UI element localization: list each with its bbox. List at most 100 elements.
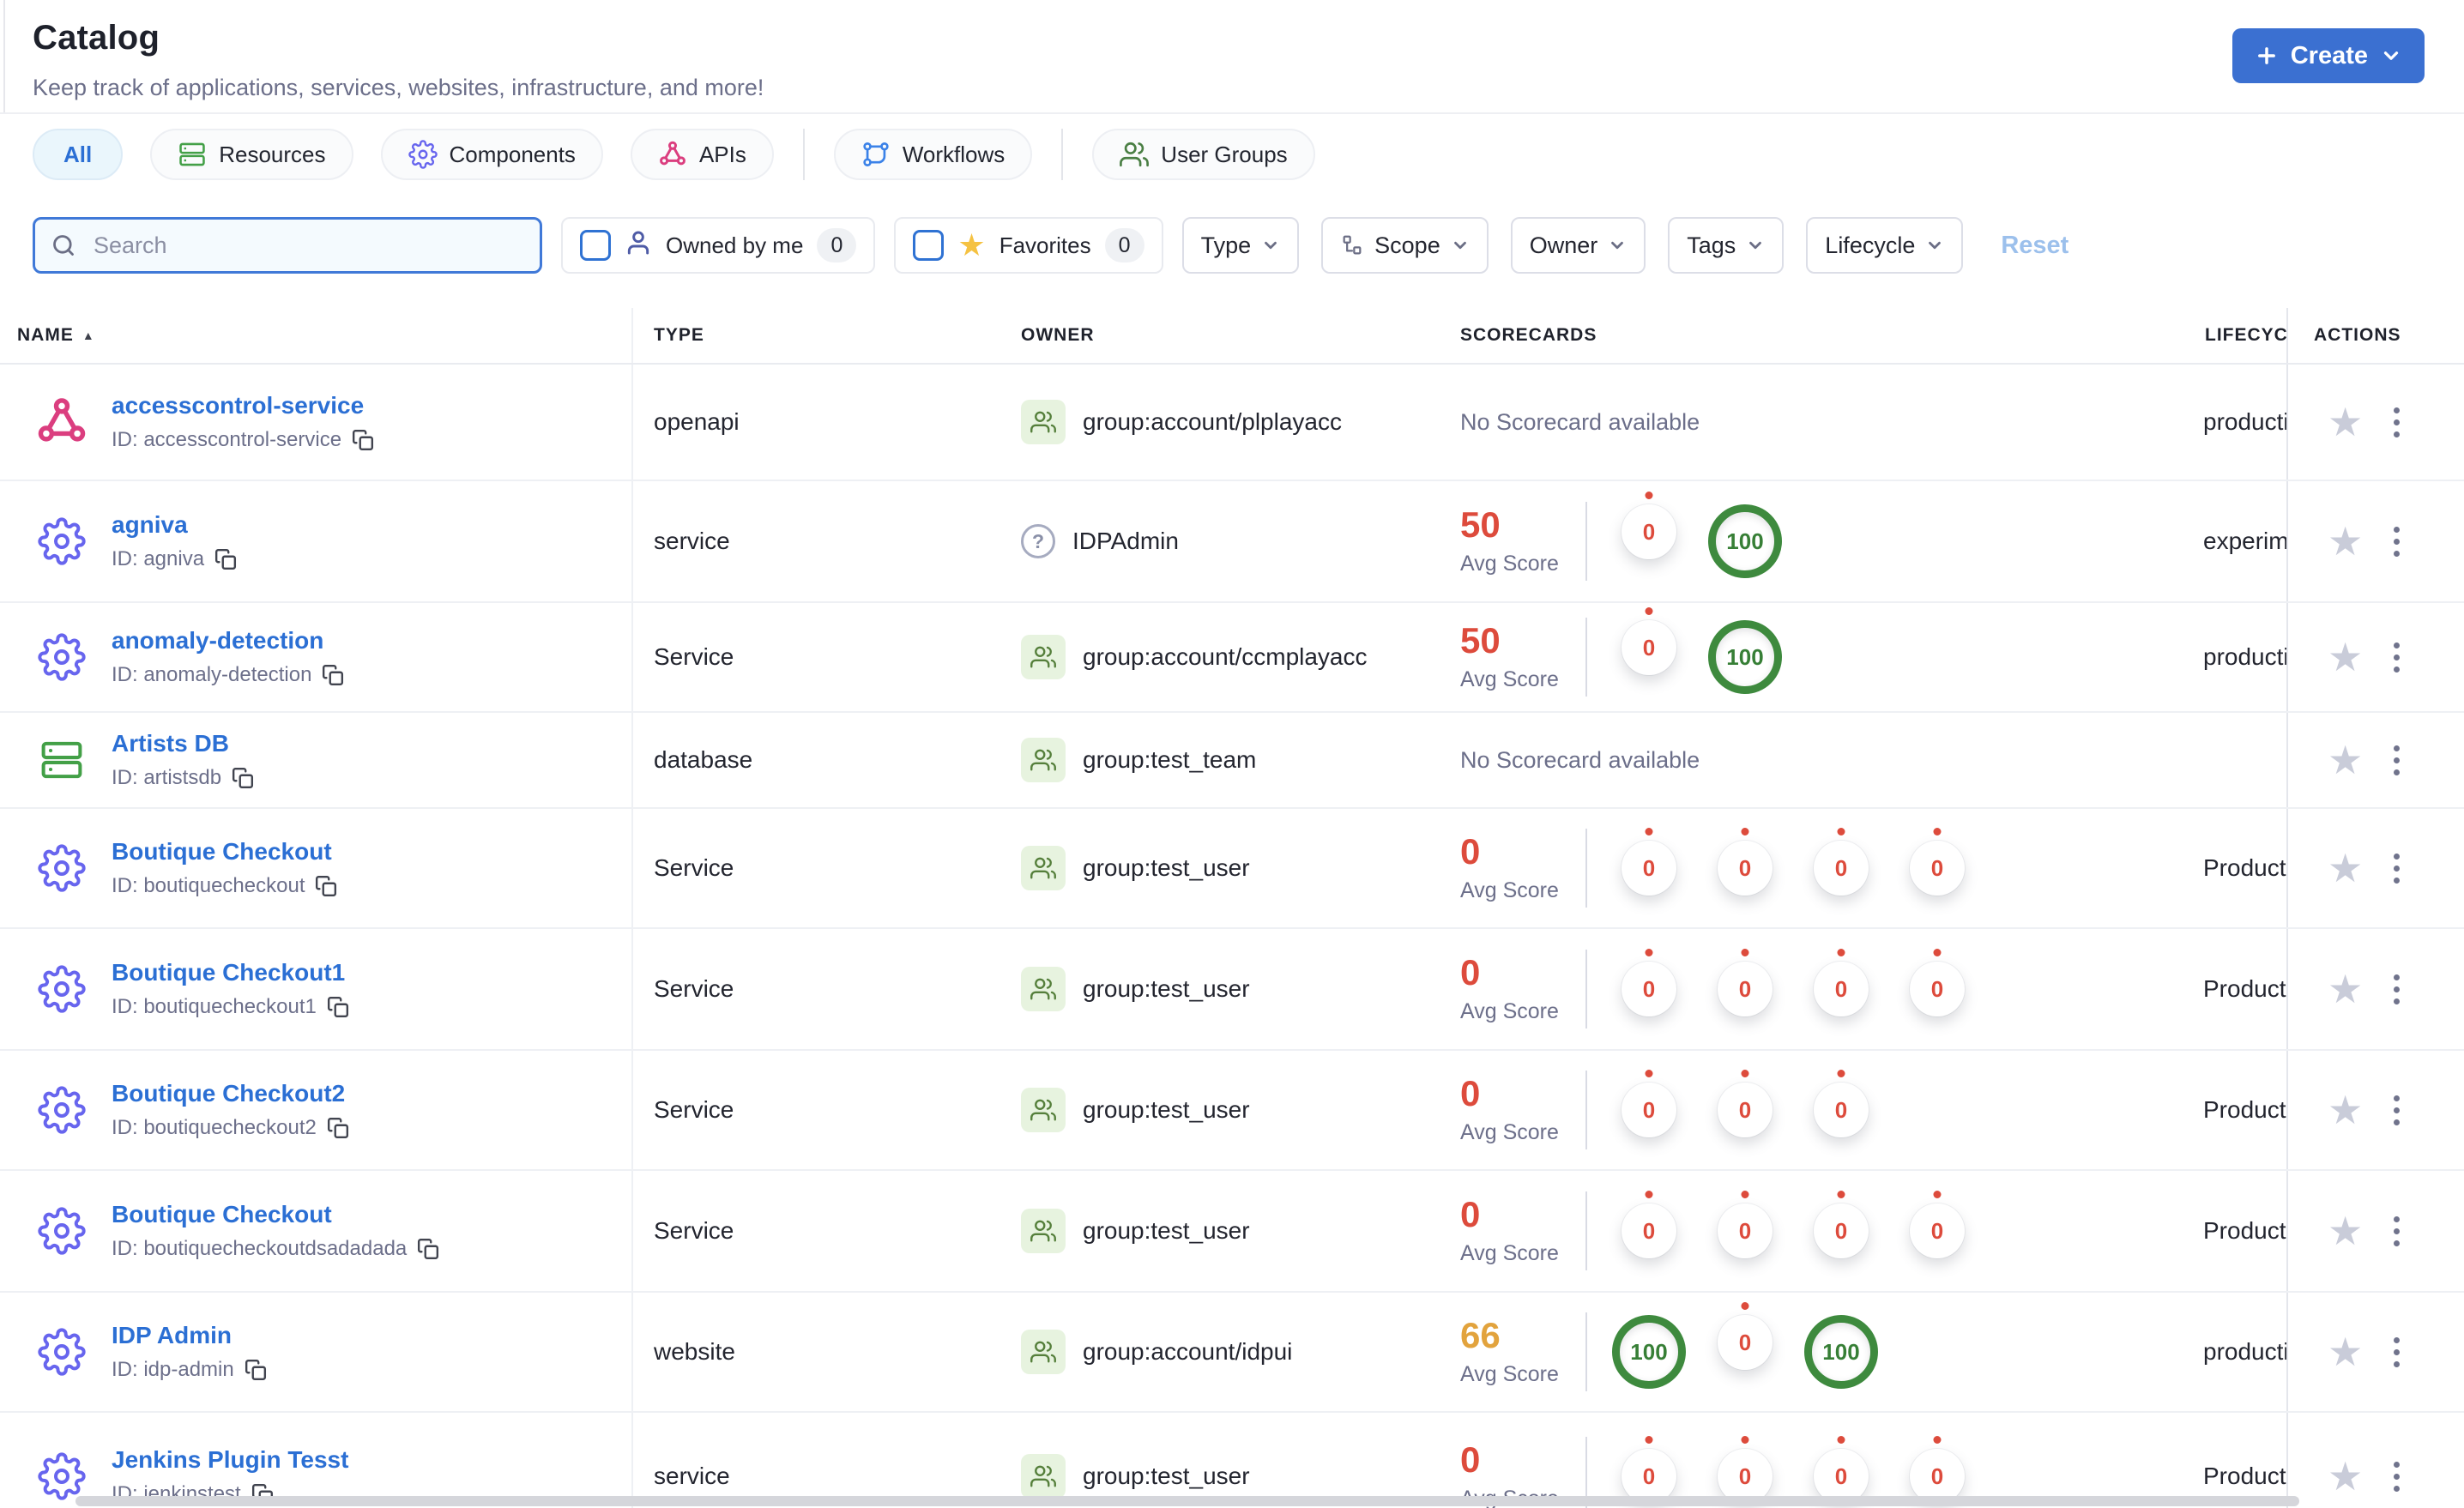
table-header: NAME ▲ TYPE OWNER SCORECARDS LIFECYCLE ACTIONS [0,308,2464,365]
column-header-name[interactable]: NAME ▲ [0,308,633,363]
column-header-type: TYPE [633,308,998,363]
column-label: TYPE [654,325,704,345]
table-row: Boutique Checkout ID: boutiquecheckoutdsa… [0,1171,2464,1293]
entity-name-link[interactable]: Boutique Checkout [112,1201,439,1228]
table-body: accesscontrol-service ID: accesscontrol-s… [0,365,2464,1508]
copy-icon[interactable] [327,1117,349,1139]
actions-cell: ★ [2286,603,2464,711]
kebab-menu-icon[interactable] [2389,637,2405,678]
entity-name-link[interactable]: anomaly-detection [112,627,344,654]
tab-workflows[interactable]: Workflows [833,129,1033,180]
scorecard-rings: 0 100 [1601,620,1793,694]
chevron-down-icon [1261,236,1280,255]
filter-toggle-owned-by-me[interactable]: Owned by me 0 [561,217,876,274]
favorite-star-icon[interactable]: ★ [2328,1211,2363,1251]
api-icon [34,395,89,449]
tab-all[interactable]: All [33,129,124,180]
copy-icon[interactable] [322,664,344,686]
dropdown-label: Lifecycle [1825,232,1916,258]
create-button-label: Create [2290,41,2368,69]
search-input[interactable] [33,217,542,274]
gear-icon [34,965,89,1013]
scorecard-rings: 0 100 [1601,504,1793,578]
favorite-star-icon[interactable]: ★ [2328,740,2363,780]
filter-dropdown-owner[interactable]: Owner [1510,217,1646,274]
kebab-menu-icon[interactable] [2389,740,2405,781]
owner-label: group:test_user [1083,854,1250,881]
favorite-star-icon[interactable]: ★ [2328,1457,2363,1496]
copy-icon[interactable] [327,996,349,1018]
reset-filters-link[interactable]: Reset [2001,232,2068,260]
sort-asc-icon: ▲ [82,329,95,342]
favorite-star-icon[interactable]: ★ [2328,969,2363,1009]
copy-icon[interactable] [232,767,254,789]
tab-apis[interactable]: APIs [630,129,774,180]
avg-score: 66 Avg Score [1460,1317,1585,1387]
kebab-menu-icon[interactable] [2389,969,2405,1010]
chevron-down-icon [1925,236,1944,255]
filter-dropdown-type[interactable]: Type [1181,217,1300,274]
kebab-menu-icon[interactable] [2389,402,2405,443]
entity-name-link[interactable]: Artists DB [112,730,254,757]
scorecard-cell: No Scorecard available [1440,365,2203,480]
kebab-menu-icon[interactable] [2389,522,2405,562]
entity-name-link[interactable]: accesscontrol-service [112,392,374,419]
tab-components[interactable]: Components [380,129,603,180]
favorite-star-icon[interactable]: ★ [2328,1332,2363,1372]
entity-name-link[interactable]: Boutique Checkout2 [112,1080,349,1107]
column-label: OWNER [1021,325,1095,345]
favorite-star-icon[interactable]: ★ [2328,402,2363,442]
copy-icon[interactable] [315,875,337,897]
filter-dropdown-scope[interactable]: Scope [1321,217,1489,274]
copy-icon[interactable] [214,548,237,570]
create-button[interactable]: Create [2231,28,2425,83]
entity-id: ID: boutiquecheckout1 [112,995,349,1019]
owner-cell: group:test_user [998,1171,1440,1291]
score-ring: 0 [1793,962,1889,1016]
kebab-menu-icon[interactable] [2389,1090,2405,1131]
kebab-menu-icon[interactable] [2389,848,2405,889]
count-badge: 0 [1104,228,1144,262]
score-ring: 0 [1601,1083,1697,1137]
filter-toggle-favorites[interactable]: ★ Favorites 0 [894,217,1163,274]
tab-user-groups[interactable]: User Groups [1092,129,1315,180]
copy-icon[interactable] [417,1238,439,1260]
dropdown-label: Owner [1529,232,1598,258]
entity-id: ID: idp-admin [112,1358,267,1382]
type-cell: Service [654,1096,734,1123]
table-row: anomaly-detection ID: anomaly-detection Se… [0,603,2464,713]
scorecard-rings: 100 0 100 [1601,1315,1889,1389]
page-title: Catalog [33,19,160,57]
avg-score: 50 Avg Score [1460,506,1585,576]
group-icon [1021,967,1066,1011]
checkbox[interactable] [580,230,611,261]
catalog-table: NAME ▲ TYPE OWNER SCORECARDS LIFECYCLE ACTIONS… [0,308,2464,1508]
avg-score-value: 0 [1460,830,1481,872]
entity-name-link[interactable]: agniva [112,511,237,539]
entity-name-link[interactable]: Boutique Checkout [112,838,337,866]
favorite-star-icon[interactable]: ★ [2328,637,2363,677]
filter-dropdown-lifecycle[interactable]: Lifecycle [1806,217,1964,274]
favorite-star-icon[interactable]: ★ [2328,1090,2363,1130]
filter-dropdown-tags[interactable]: Tags [1668,217,1785,274]
score-divider [1585,502,1587,581]
dropdown-label: Tags [1687,232,1736,258]
favorite-star-icon[interactable]: ★ [2328,522,2363,561]
owner-label: group:test_team [1083,746,1257,773]
name-cell: Boutique Checkout ID: boutiquecheckout [0,809,633,927]
score-ring: 0 [1697,841,1793,896]
horizontal-scrollbar[interactable] [75,1496,2299,1506]
copy-icon[interactable] [245,1359,267,1381]
entity-name-link[interactable]: Jenkins Plugin Tesst [112,1446,348,1474]
favorite-star-icon[interactable]: ★ [2328,848,2363,888]
kebab-menu-icon[interactable] [2389,1332,2405,1372]
entity-name-link[interactable]: IDP Admin [112,1322,267,1349]
tab-resources[interactable]: Resources [150,129,353,180]
copy-icon[interactable] [352,429,374,451]
checkbox[interactable] [913,230,945,261]
entity-name-link[interactable]: Boutique Checkout1 [112,959,349,986]
kebab-menu-icon[interactable] [2389,1211,2405,1252]
kebab-menu-icon[interactable] [2389,1457,2405,1497]
column-header-scorecards: SCORECARDS [1440,308,2203,363]
actions-cell: ★ [2286,1413,2464,1508]
